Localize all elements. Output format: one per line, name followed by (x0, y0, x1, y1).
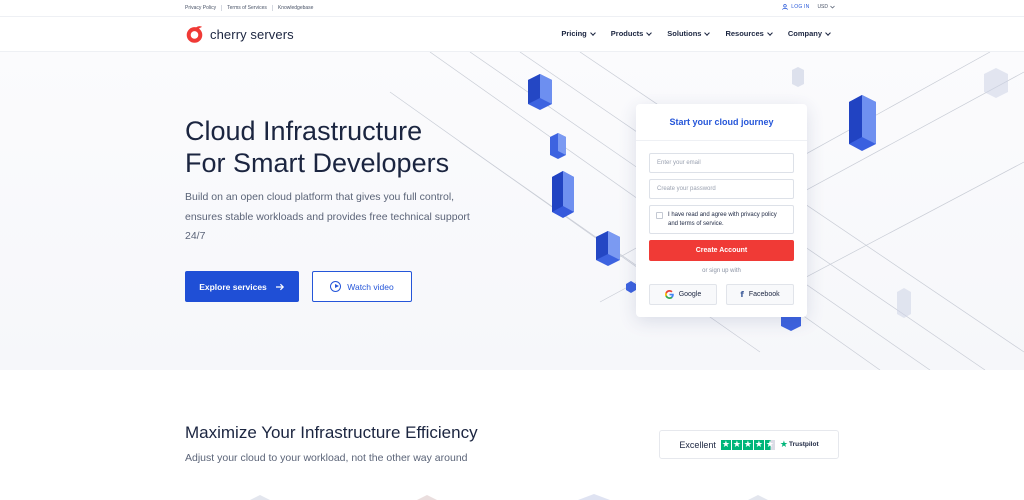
star-rating (720, 439, 775, 451)
half-star-icon (764, 439, 775, 451)
nav-item-resources[interactable]: Resources (725, 29, 773, 38)
nav-label: Solutions (667, 29, 702, 38)
top-links: Privacy Policy Terms of Services Knowled… (185, 5, 313, 11)
section-subtitle: Adjust your cloud to your workload, not … (185, 452, 468, 464)
chevron-down-icon (830, 5, 835, 9)
nav-item-company[interactable]: Company (787, 29, 831, 38)
nav-item-pricing[interactable]: Pricing (561, 29, 596, 38)
nav-label: Company (787, 29, 822, 38)
trustpilot-rating-label: Excellent (679, 439, 716, 450)
divider (221, 5, 223, 11)
star-icon (720, 439, 731, 451)
arrow-right-icon (275, 283, 284, 290)
currency-label: USD (817, 4, 828, 10)
button-label: Watch video (347, 281, 394, 292)
button-label: Facebook (748, 291, 780, 298)
play-circle-icon (330, 281, 342, 292)
nav-label: Products (610, 29, 644, 38)
login-label: LOG IN (791, 4, 810, 10)
chevron-down-icon (704, 29, 711, 36)
cherry-logo-icon (186, 26, 203, 43)
hero-section: Cloud Infrastructure For Smart Developer… (0, 52, 1024, 370)
brand-name: cherry servers (210, 27, 294, 42)
top-right-controls: LOG IN USD (782, 4, 835, 10)
nav-label: Pricing (561, 29, 587, 38)
top-utility-bar: Privacy Policy Terms of Services Knowled… (0, 0, 1024, 17)
facebook-signup-button[interactable]: f Facebook (726, 284, 794, 305)
agree-text: I have read and agree with privacy polic… (668, 212, 777, 227)
signup-title: Start your cloud journey (636, 104, 807, 141)
chevron-down-icon (825, 29, 831, 36)
star-icon (742, 439, 753, 451)
or-divider-text: or sign up with (702, 268, 741, 274)
chevron-down-icon (646, 29, 653, 36)
watch-video-button[interactable]: Watch video (312, 271, 412, 302)
button-label: Explore services (199, 281, 267, 292)
nav-item-products[interactable]: Products (610, 29, 653, 38)
knowledgebase-link[interactable]: Knowledgebase (278, 5, 314, 11)
star-icon (753, 439, 764, 451)
nav-item-solutions[interactable]: Solutions (667, 29, 711, 38)
password-field[interactable]: Create your password (649, 179, 794, 199)
main-navbar: cherry servers Pricing Products Solution… (0, 17, 1024, 52)
isometric-servers-illustration (389, 52, 1024, 370)
signup-card: Start your cloud journey Enter your emai… (636, 104, 807, 317)
terms-link[interactable]: Terms of Services (227, 5, 267, 11)
feature-icons-peek (250, 494, 768, 500)
create-account-button[interactable]: Create Account (649, 240, 794, 261)
chevron-down-icon (766, 29, 773, 36)
trustpilot-badge[interactable]: Excellent ★ Trustpilot (659, 430, 839, 459)
hero-title-line-2: For Smart Developers (185, 148, 450, 178)
button-label: Google (678, 291, 702, 298)
hero-title-line-1: Cloud Infrastructure (185, 116, 423, 146)
nav-label: Resources (725, 29, 764, 38)
user-icon (782, 4, 789, 10)
explore-services-button[interactable]: Explore services (185, 271, 299, 302)
trustpilot-logo: ★ Trustpilot (780, 440, 819, 450)
star-icon (731, 439, 742, 451)
currency-selector[interactable]: USD (817, 4, 835, 10)
brand-logo[interactable]: cherry servers (185, 25, 294, 44)
privacy-policy-link[interactable]: Privacy Policy (185, 5, 216, 11)
email-field[interactable]: Enter your email (649, 153, 794, 173)
trustpilot-star-icon: ★ (779, 439, 788, 450)
section-title: Maximize Your Infrastructure Efficiency (185, 423, 478, 442)
server-tower-1 (528, 74, 552, 110)
google-signup-button[interactable]: Google (649, 284, 717, 305)
google-icon (664, 290, 674, 299)
chevron-down-icon (589, 29, 596, 36)
divider (271, 5, 273, 11)
login-link[interactable]: LOG IN (782, 4, 809, 10)
facebook-icon: f (740, 290, 744, 299)
hero-description: Build on an open cloud platform that giv… (185, 191, 470, 242)
trustpilot-brand: Trustpilot (789, 441, 819, 448)
terms-agreement: I have read and agree with privacy polic… (649, 205, 794, 234)
main-menu: Pricing Products Solutions Resources Com… (561, 29, 831, 38)
agree-checkbox[interactable] (656, 212, 663, 219)
hero-title: Cloud Infrastructure For Smart Developer… (185, 115, 515, 179)
